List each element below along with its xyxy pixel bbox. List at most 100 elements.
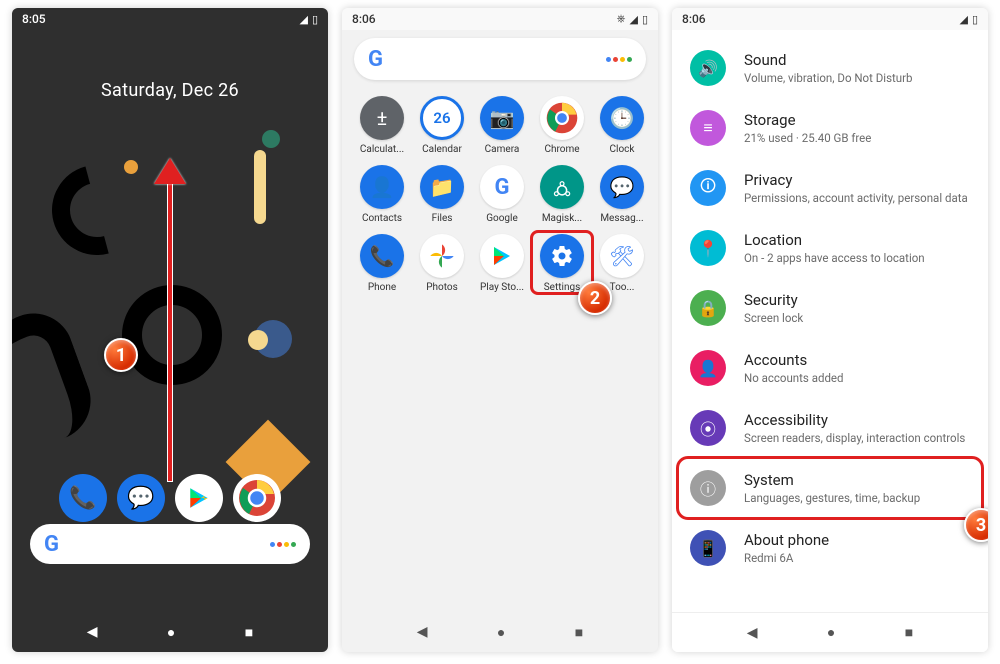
status-icons: ⎈ ◢ ▯ xyxy=(617,12,648,26)
status-bar: 8:05 ◢ ▯ xyxy=(12,8,328,30)
magisk-app-icon: 🜛 xyxy=(540,165,584,209)
contacts-app[interactable]: 👤 Contacts xyxy=(354,165,410,224)
settings-privacy[interactable]: 🛈PrivacyPermissions, account activity, p… xyxy=(672,158,988,218)
phone-app-icon[interactable]: 📞 xyxy=(59,474,107,522)
app-label: Calculat... xyxy=(354,144,410,155)
camera-app-icon: 📷 xyxy=(480,96,524,140)
magisk-app[interactable]: 🜛 Magisk... xyxy=(534,165,590,224)
chrome-app-icon[interactable] xyxy=(233,474,281,522)
settings-accessibility-icon: ⦿ xyxy=(690,410,726,446)
wallpaper-shape xyxy=(262,130,280,148)
google-app-icon: G xyxy=(480,165,524,209)
battery-icon: ▯ xyxy=(312,13,318,26)
settings-list[interactable]: 🔊 Sound Volume, vibration, Do Not Disturb ≡… xyxy=(672,38,988,612)
playstore-app-icon xyxy=(480,234,524,278)
google-search-bar[interactable]: G xyxy=(30,524,310,564)
app-label: Chrome xyxy=(534,144,590,155)
clock-app[interactable]: 🕒 Clock xyxy=(594,96,650,155)
status-icons: ◢ ▯ xyxy=(299,13,318,26)
app-search-bar[interactable]: G xyxy=(354,38,646,80)
nav-recent-button[interactable]: ■ xyxy=(245,624,253,641)
settings-security[interactable]: 🔒 Security Screen lock xyxy=(672,278,988,338)
navigation-bar: ◀ ● ■ xyxy=(12,612,328,652)
clock-text: 8:06 xyxy=(682,12,706,26)
phone-app[interactable]: 📞 Phone xyxy=(354,234,410,293)
app-grid: ±Calculat...26Calendar📷 Camera Chrome 🕒 Cloc… xyxy=(342,88,658,301)
clock-app-icon: 🕒 xyxy=(600,96,644,140)
battery-icon: ▯ xyxy=(972,13,978,26)
nav-back-button[interactable]: ◀ xyxy=(87,624,98,640)
app-label: Camera xyxy=(474,144,530,155)
settings-item-title: Privacy xyxy=(744,171,968,189)
settings-security-icon: 🔒 xyxy=(690,290,726,326)
contacts-app-icon: 👤 xyxy=(360,165,404,209)
date-widget[interactable]: Saturday, Dec 26 xyxy=(12,80,328,101)
screenshot-home: 8:05 ◢ ▯ Saturday, Dec 26 📞💬 G 1 ◀ ● ■ xyxy=(12,8,328,652)
nav-back-button[interactable]: ◀ xyxy=(747,625,758,641)
settings-item-title: Security xyxy=(744,291,803,309)
settings-accessibility[interactable]: ⦿AccessibilityScreen readers, display, i… xyxy=(672,398,988,458)
nav-recent-button[interactable]: ■ xyxy=(905,624,913,641)
app-label: Photos xyxy=(414,282,470,293)
app-label: Magisk... xyxy=(534,213,590,224)
signal-icon: ◢ xyxy=(299,13,307,26)
camera-app[interactable]: 📷 Camera xyxy=(474,96,530,155)
settings-sound-icon: 🔊 xyxy=(690,50,726,86)
settings-accounts-icon: 👤 xyxy=(690,350,726,386)
files-app-icon: 📁 xyxy=(420,165,464,209)
play-store-icon[interactable] xyxy=(175,474,223,522)
photos-app-icon xyxy=(420,234,464,278)
status-bar: 8:06 ◢ ▯ xyxy=(672,8,988,30)
settings-storage[interactable]: ≡Storage21% used · 25.40 GB free xyxy=(672,98,988,158)
app-label: Play Sto... xyxy=(474,282,530,293)
wallpaper-shape xyxy=(36,149,159,272)
phone-app-icon: 📞 xyxy=(360,234,404,278)
messages-app[interactable]: 💬Messag... xyxy=(594,165,650,224)
app-label: Contacts xyxy=(354,213,410,224)
settings-item-title: About phone xyxy=(744,531,829,549)
chrome-app[interactable]: Chrome xyxy=(534,96,590,155)
playstore-app[interactable]: Play Sto... xyxy=(474,234,530,293)
nav-home-button[interactable]: ● xyxy=(827,624,835,641)
assistant-icon[interactable] xyxy=(270,542,296,547)
messages-app-icon[interactable]: 💬 xyxy=(117,474,165,522)
nav-home-button[interactable]: ● xyxy=(167,624,175,641)
calendar-app[interactable]: 26Calendar xyxy=(414,96,470,155)
settings-item-title: Sound xyxy=(744,51,912,69)
settings-item-title: Storage xyxy=(744,111,871,129)
settings-item-subtitle: Volume, vibration, Do Not Disturb xyxy=(744,71,912,85)
settings-accounts[interactable]: 👤AccountsNo accounts added xyxy=(672,338,988,398)
google-app[interactable]: GGoogle xyxy=(474,165,530,224)
app-label: Phone xyxy=(354,282,410,293)
screenshot-app-drawer: 8:06 ⎈ ◢ ▯ G ±Calculat...26Calendar📷Came… xyxy=(342,8,658,652)
nav-back-button[interactable]: ◀ xyxy=(417,624,428,640)
settings-item-subtitle: Screen lock xyxy=(744,311,803,325)
clock-text: 8:05 xyxy=(22,12,46,26)
settings-item-subtitle: Permissions, account activity, personal … xyxy=(744,191,968,205)
settings-item-subtitle: Screen readers, display, interaction con… xyxy=(744,431,965,445)
settings-storage-icon: ≡ xyxy=(690,110,726,146)
highlight-system xyxy=(676,456,984,520)
files-app[interactable]: 📁 Files xyxy=(414,165,470,224)
calculator-app[interactable]: ±Calculat... xyxy=(354,96,410,155)
assistant-icon[interactable] xyxy=(606,57,632,62)
settings-location[interactable]: 📍LocationOn - 2 apps have access to loca… xyxy=(672,218,988,278)
nav-home-button[interactable]: ● xyxy=(497,624,505,641)
nav-recent-button[interactable]: ■ xyxy=(575,624,583,641)
settings-about-icon: 📱 xyxy=(690,530,726,566)
swipe-up-arrow-head xyxy=(154,158,186,184)
app-label: Calendar xyxy=(414,144,470,155)
settings-sound[interactable]: 🔊 Sound Volume, vibration, Do Not Disturb xyxy=(672,38,988,98)
app-label: Clock xyxy=(594,144,650,155)
wallpaper-shape xyxy=(12,302,102,452)
step-badge-1: 1 xyxy=(104,338,138,372)
photos-app[interactable]: Photos xyxy=(414,234,470,293)
app-label: Files xyxy=(414,213,470,224)
location-icon: ⎈ xyxy=(617,12,626,26)
tools-app-icon: 🛠 xyxy=(600,234,644,278)
wallpaper-shape xyxy=(248,330,268,350)
settings-item-subtitle: On - 2 apps have access to location xyxy=(744,251,925,265)
chrome-app-icon xyxy=(540,96,584,140)
wallpaper-shape xyxy=(254,150,266,224)
settings-about[interactable]: 📱About phoneRedmi 6A xyxy=(672,518,988,578)
